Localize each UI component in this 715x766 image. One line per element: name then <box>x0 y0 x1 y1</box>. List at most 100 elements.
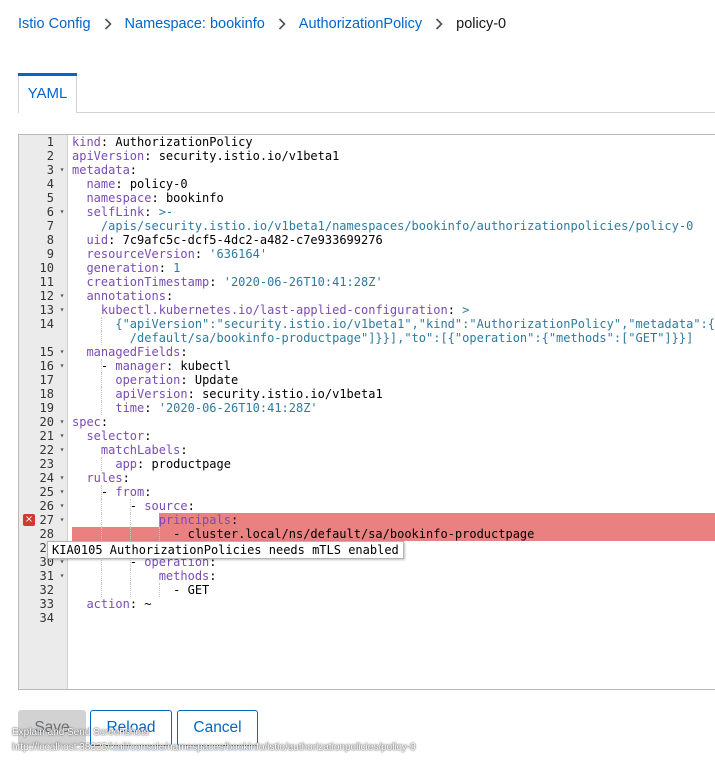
code-token: action <box>86 597 130 611</box>
code-text: - GET <box>72 583 209 597</box>
editor-line: 23 app: productpage <box>19 457 715 471</box>
fold-caret-icon[interactable]: ▾ <box>57 415 67 429</box>
code-token: managedFields <box>86 345 181 359</box>
line-number: 23 <box>39 457 54 471</box>
status-overlay-title: Explain and Send Screenshots <box>12 727 149 738</box>
fold-caret-icon[interactable]: ▾ <box>57 345 67 359</box>
code-token: > <box>462 303 470 317</box>
editor-line: 11 creationTimestamp: '2020-06-26T10:41:… <box>19 275 715 289</box>
code-token: principals <box>158 513 231 527</box>
indent-guide <box>100 485 102 499</box>
editor-line: 18 apiVersion: security.istio.io/v1beta1 <box>19 387 715 401</box>
fold-caret-icon[interactable]: ▾ <box>57 443 67 457</box>
code-text: - from: <box>72 485 152 499</box>
editor-line: 1 kind: AuthorizationPolicy <box>19 135 715 149</box>
code-token: generation <box>86 261 159 275</box>
yaml-editor[interactable]: 1 kind: AuthorizationPolicy 2 apiVersion: s… <box>18 134 715 690</box>
line-number: 3 <box>46 163 54 177</box>
code-text: matchLabels: <box>72 443 188 457</box>
code-token: >- <box>158 205 174 219</box>
tab-yaml[interactable]: YAML <box>18 73 77 113</box>
cancel-button[interactable]: Cancel <box>177 710 258 746</box>
line-number: 13 <box>39 303 54 317</box>
line-number: 5 <box>46 191 54 205</box>
fold-caret-icon[interactable]: ▾ <box>57 499 67 513</box>
code-token: policy-0 <box>129 177 188 191</box>
line-number: 4 <box>46 177 54 191</box>
code-token: kind <box>72 135 101 149</box>
line-number: 7 <box>46 219 54 233</box>
fold-caret-icon[interactable]: ▾ <box>57 471 67 485</box>
code-token: rules <box>86 471 123 485</box>
code-token: time <box>115 401 145 415</box>
code-token: 7c9afc5c-dcf5-4dc2-a482-c7e933699276 <box>122 233 383 247</box>
editor-line: 14 {"apiVersion":"security.istio.io/v1be… <box>19 317 715 331</box>
code-text: kind: AuthorizationPolicy <box>72 135 253 149</box>
indent-guide <box>158 583 160 597</box>
code-token: spec <box>72 415 101 429</box>
fold-caret-icon[interactable]: ▾ <box>57 303 67 317</box>
code-token: : <box>122 471 130 485</box>
breadcrumb-authorization-policy[interactable]: AuthorizationPolicy <box>299 16 422 32</box>
fold-caret-icon[interactable]: ▾ <box>57 289 67 303</box>
editor-line: 7 /apis/security.istio.io/v1beta1/namesp… <box>19 219 715 233</box>
breadcrumb-namespace[interactable]: Namespace: bookinfo <box>125 16 265 32</box>
editor-line: 19 time: '2020-06-26T10:41:28Z' <box>19 401 715 415</box>
indent-guide <box>100 317 102 331</box>
code-text: app: productpage <box>72 457 231 471</box>
fold-caret-icon[interactable]: ▾ <box>57 485 67 499</box>
code-token: resourceVersion <box>86 247 195 261</box>
editor-line: 4 name: policy-0 <box>19 177 715 191</box>
code-token: : <box>144 401 159 415</box>
breadcrumb-istio-config[interactable]: Istio Config <box>18 16 91 32</box>
indent-guide <box>158 527 160 541</box>
fold-caret-icon[interactable]: ▾ <box>57 359 67 373</box>
line-number: 28 <box>39 527 54 541</box>
code-text: - manager: kubectl <box>72 359 231 373</box>
editor-line: 34 <box>19 611 715 625</box>
fold-caret-icon[interactable]: ▾ <box>57 429 67 443</box>
line-number: 27 <box>39 513 54 527</box>
indent-guide <box>100 373 102 387</box>
status-overlay-url: http://localhost:38325/kiali/console/nam… <box>12 742 416 753</box>
code-text: generation: 1 <box>72 261 180 275</box>
line-number: 24 <box>39 471 54 485</box>
indent-guide <box>100 457 102 471</box>
fold-caret-icon[interactable]: ▾ <box>57 513 67 527</box>
code-text: - source: <box>72 499 195 513</box>
code-token: kubectl.kubernetes.io/last-applied-confi… <box>100 303 448 317</box>
code-token: : <box>165 359 181 373</box>
code-token: : <box>158 261 174 275</box>
fold-caret-icon[interactable]: ▾ <box>57 163 67 177</box>
code-token: : <box>447 303 463 317</box>
editor-line: 17 operation: Update <box>19 373 715 387</box>
code-token: : <box>108 233 123 247</box>
code-token: : <box>180 345 188 359</box>
code-token: : <box>230 513 239 527</box>
editor-line: 24 ▾ rules: <box>19 471 715 485</box>
editor-line: 12 ▾ annotations: <box>19 289 715 303</box>
code-token: selfLink <box>86 205 145 219</box>
code-text: uid: 7c9afc5c-dcf5-4dc2-a482-c7e93369927… <box>72 233 383 247</box>
fold-caret-icon[interactable]: ▾ <box>57 205 67 219</box>
code-text: name: policy-0 <box>72 177 188 191</box>
line-number: 22 <box>39 443 54 457</box>
code-token: methods <box>158 569 210 583</box>
editor-line: 32 - GET <box>19 583 715 597</box>
code-text: metadata: <box>72 163 137 177</box>
code-token: : <box>209 569 217 583</box>
line-number: 33 <box>39 597 54 611</box>
fold-caret-icon[interactable]: ▾ <box>57 569 67 583</box>
chevron-right-icon <box>422 15 456 33</box>
